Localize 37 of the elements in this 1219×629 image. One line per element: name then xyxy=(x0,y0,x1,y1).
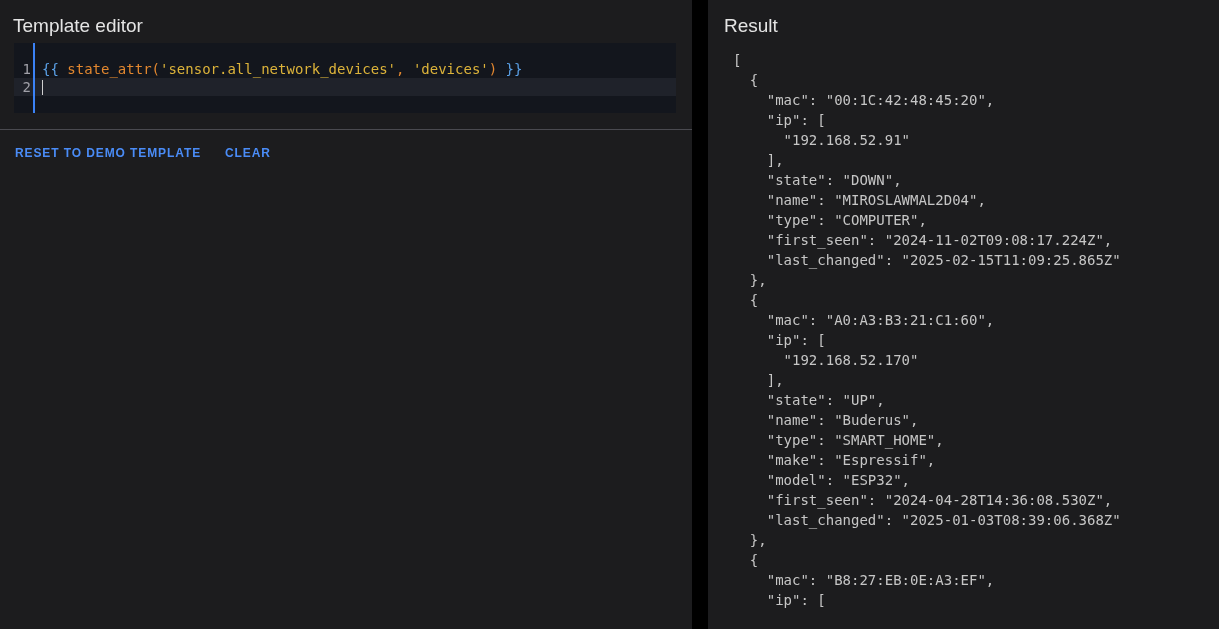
result-line: "make": "Espressif", xyxy=(765,451,936,470)
text-cursor xyxy=(42,79,43,95)
result-line: "192.168.52.91" xyxy=(782,131,910,150)
result-line: ], xyxy=(765,371,784,390)
result-line: }, xyxy=(748,531,767,550)
result-line: ], xyxy=(765,151,784,170)
result-line: "ip": [ xyxy=(765,331,826,350)
result-line: [ xyxy=(733,51,742,70)
result-line: "model": "ESP32", xyxy=(765,471,910,490)
result-line: "name": "MIROSLAWMAL2D04", xyxy=(765,191,986,210)
result-line: }, xyxy=(748,271,767,290)
result-line: "last_changed": "2025-02-15T11:09:25.865Z" xyxy=(765,251,1121,270)
result-line: { xyxy=(748,291,759,310)
result-line: "type": "COMPUTER", xyxy=(765,211,927,230)
result-line: "state": "UP", xyxy=(765,391,885,410)
result-line: "first_seen": "2024-04-28T14:36:08.530Z", xyxy=(765,491,1113,510)
result-line: "192.168.52.170" xyxy=(782,351,919,370)
result-line: { xyxy=(748,551,759,570)
result-line: "state": "DOWN", xyxy=(765,171,902,190)
clear-button[interactable]: CLEAR xyxy=(216,140,280,166)
line-number: 2 xyxy=(21,78,32,96)
result-line: { xyxy=(748,71,759,90)
line-number: 1 xyxy=(21,60,32,78)
result-line: "name": "Buderus", xyxy=(765,411,919,430)
result-line: "ip": [ xyxy=(765,111,826,130)
panel-title: Template editor xyxy=(12,14,143,38)
result-line: "mac": "B8:27:EB:0E:A3:EF", xyxy=(765,571,995,590)
reset-button[interactable]: RESET TO DEMO TEMPLATE xyxy=(6,140,211,166)
result-line: "mac": "00:1C:42:48:45:20", xyxy=(765,91,995,110)
result-line: "ip": [ xyxy=(765,591,826,610)
result-line: "type": "SMART_HOME", xyxy=(765,431,944,450)
result-line: "mac": "A0:A3:B3:21:C1:60", xyxy=(765,311,995,330)
result-line: "first_seen": "2024-11-02T09:08:17.224Z", xyxy=(765,231,1113,250)
panel-title: Result xyxy=(723,14,778,38)
code-line: {{ state_attr('sensor.all_network_devices', 'devices') }} xyxy=(41,60,523,78)
result-line: "last_changed": "2025-01-03T08:39:06.368Z" xyxy=(765,511,1121,530)
code-editor[interactable]: 1 {{ state_attr('sensor.all_network_devices', 'devices') }} 2 xyxy=(14,43,676,113)
